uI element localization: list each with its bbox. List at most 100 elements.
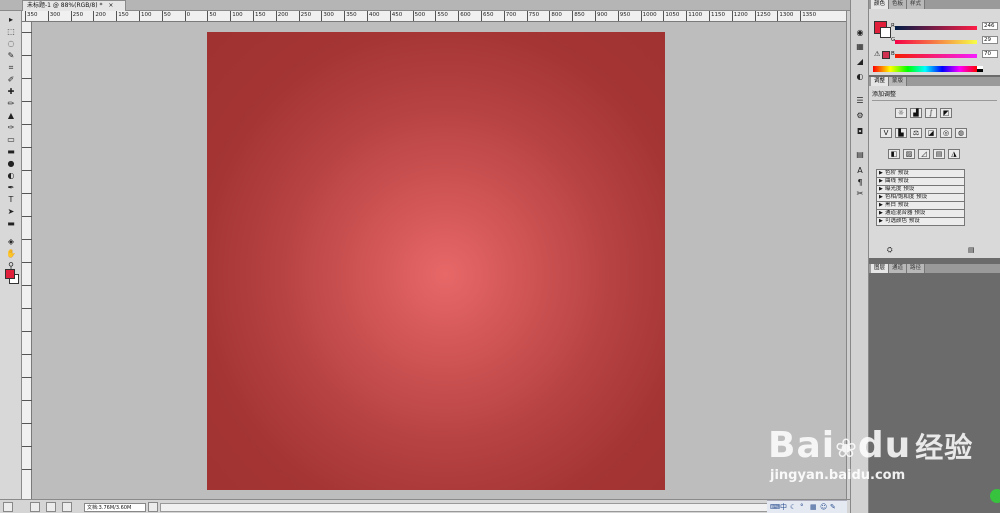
type-icon[interactable]: T	[4, 195, 18, 205]
photo-filter-icon[interactable]: ◎	[940, 128, 952, 138]
document-tab[interactable]: 未标题-1 @ 88%(RGB/8) * ×	[22, 0, 126, 11]
gradient-icon[interactable]: ▬	[4, 147, 18, 157]
brush-icon[interactable]: ✏	[4, 99, 18, 109]
ruler-tick	[754, 11, 756, 21]
preset-item[interactable]: ▶ 色相/饱和度 预设	[876, 194, 965, 202]
tab-paths[interactable]: 路径	[907, 264, 926, 273]
user-icon[interactable]: ☺	[820, 503, 828, 511]
tab-adjustments[interactable]: 调整	[871, 77, 890, 86]
document-tab-title: 未标题-1 @ 88%(RGB/8) *	[27, 2, 103, 9]
hand-icon[interactable]: ✋	[4, 249, 18, 259]
clip-icon[interactable]: ⛭	[887, 246, 893, 255]
actions-icon[interactable]: ⚙	[854, 111, 866, 121]
history-icon[interactable]: ☰	[854, 96, 866, 106]
status-indicator[interactable]	[990, 489, 1000, 503]
r-value[interactable]: 246	[982, 22, 998, 30]
moon-icon[interactable]: ☾	[790, 503, 798, 511]
pen-icon[interactable]: ✒	[4, 183, 18, 193]
mode-screen-icon[interactable]	[46, 502, 56, 512]
ruler-label: 650	[483, 12, 494, 18]
horizontal-scrollbar[interactable]	[160, 503, 768, 512]
panel-menu-icon[interactable]: ▤	[968, 246, 975, 254]
close-tab-icon[interactable]: ×	[108, 2, 113, 9]
tab-layers[interactable]: 图层	[871, 264, 890, 273]
char-icon[interactable]: A	[854, 166, 866, 176]
preset-item[interactable]: ▶ 曝光度 预设	[876, 186, 965, 194]
black-white-icon[interactable]: ◪	[925, 128, 937, 138]
mode-standard-icon[interactable]	[30, 502, 40, 512]
b-slider[interactable]	[895, 54, 977, 58]
r-slider[interactable]	[895, 26, 977, 30]
move-icon[interactable]: ▸	[4, 15, 18, 25]
para-icon[interactable]: ¶	[854, 178, 866, 188]
status-arrow-icon[interactable]	[148, 502, 158, 512]
color-panel-icon[interactable]: ◉	[854, 28, 866, 38]
preset-item[interactable]: ▶ 通道混合器 预设	[876, 210, 965, 218]
blur-icon[interactable]: ●	[4, 159, 18, 169]
3d-icon[interactable]: ◈	[4, 237, 18, 247]
eraser-icon[interactable]: ▭	[4, 135, 18, 145]
ruler-label: 1200	[733, 12, 748, 18]
keyboard-icon[interactable]: ▦	[810, 503, 818, 511]
styles-icon[interactable]: ◢	[854, 57, 866, 67]
path-select-icon[interactable]: ➤	[4, 207, 18, 217]
ruler-tick	[139, 11, 140, 21]
lasso-icon[interactable]: ◌	[4, 39, 18, 49]
tab-swatches[interactable]: 色板	[889, 0, 908, 9]
healing-icon[interactable]: ✚	[4, 87, 18, 97]
marquee-icon[interactable]: ⬚	[4, 27, 18, 37]
spectrum-black[interactable]	[977, 69, 983, 72]
color-balance-icon[interactable]: ⚖	[910, 128, 922, 138]
gamut-swatch[interactable]	[882, 51, 890, 59]
adjust-icon[interactable]: ◐	[854, 72, 866, 82]
g-slider[interactable]	[895, 40, 977, 44]
curves-icon[interactable]: ∫	[925, 108, 937, 118]
warning-icon[interactable]: ⚠	[874, 50, 880, 58]
g-value[interactable]: 29	[982, 36, 998, 44]
ruler-tick	[116, 11, 118, 21]
layers-icon[interactable]: ▤	[854, 150, 866, 160]
quick-select-icon[interactable]: ✎	[4, 51, 18, 61]
gradient-map-icon[interactable]: ▤	[933, 149, 945, 159]
tab-masks[interactable]: 蒙版	[889, 77, 908, 86]
document-canvas[interactable]	[207, 32, 665, 490]
tab-styles[interactable]: 样式	[907, 0, 926, 9]
levels-icon[interactable]: ▟	[910, 108, 922, 118]
hue-sat-icon[interactable]: ▙	[895, 128, 907, 138]
ruler-label: 250	[300, 12, 312, 18]
preset-label: 可选颜色 预设	[885, 218, 920, 224]
punct-icon[interactable]: °	[800, 503, 808, 511]
tool-presets-icon[interactable]: ✂	[854, 189, 866, 199]
vibrance-icon[interactable]: V	[880, 128, 892, 138]
preset-item[interactable]: ▶ 可选颜色 预设	[876, 218, 965, 226]
tab-color[interactable]: 颜色	[871, 0, 890, 9]
color-spectrum[interactable]	[873, 66, 977, 72]
mode-full-icon[interactable]	[62, 502, 72, 512]
stamp-icon[interactable]: ▲	[4, 111, 18, 121]
posterize-icon[interactable]: ▨	[903, 149, 915, 159]
preset-item[interactable]: ▶ 色阶 预设	[876, 170, 965, 178]
dodge-icon[interactable]: ◐	[4, 171, 18, 181]
lang-icon[interactable]: 中	[780, 503, 788, 511]
wrench-icon[interactable]: ✎	[830, 503, 838, 511]
mask-icon[interactable]: ◘	[854, 127, 866, 137]
doc-size-field[interactable]: 文档:3.76M/3.60M	[84, 503, 146, 512]
exposure-icon[interactable]: ◩	[940, 108, 952, 118]
swatch-icon[interactable]: ▦	[854, 42, 866, 52]
b-value[interactable]: 70	[982, 50, 998, 58]
threshold-icon[interactable]: ◿	[918, 149, 930, 159]
ime-icon[interactable]: ⌨	[770, 503, 780, 511]
channel-mixer-icon[interactable]: ◍	[955, 128, 967, 138]
preset-item[interactable]: ▶ 曲线 预设	[876, 178, 965, 186]
shape-icon[interactable]: ▬	[4, 219, 18, 229]
crop-icon[interactable]: ⌗	[4, 63, 18, 73]
tab-channels[interactable]: 通道	[889, 264, 908, 273]
brightness-icon[interactable]: ☼	[895, 108, 907, 118]
eyedropper-icon[interactable]: ✐	[4, 75, 18, 85]
preset-item[interactable]: ▶ 黑白 预设	[876, 202, 965, 210]
panel-bg-color[interactable]	[880, 27, 891, 38]
invert-icon[interactable]: ◧	[888, 149, 900, 159]
history-brush-icon[interactable]: ✑	[4, 123, 18, 133]
selective-color-icon[interactable]: ◮	[948, 149, 960, 159]
foreground-color-swatch[interactable]	[5, 269, 15, 279]
